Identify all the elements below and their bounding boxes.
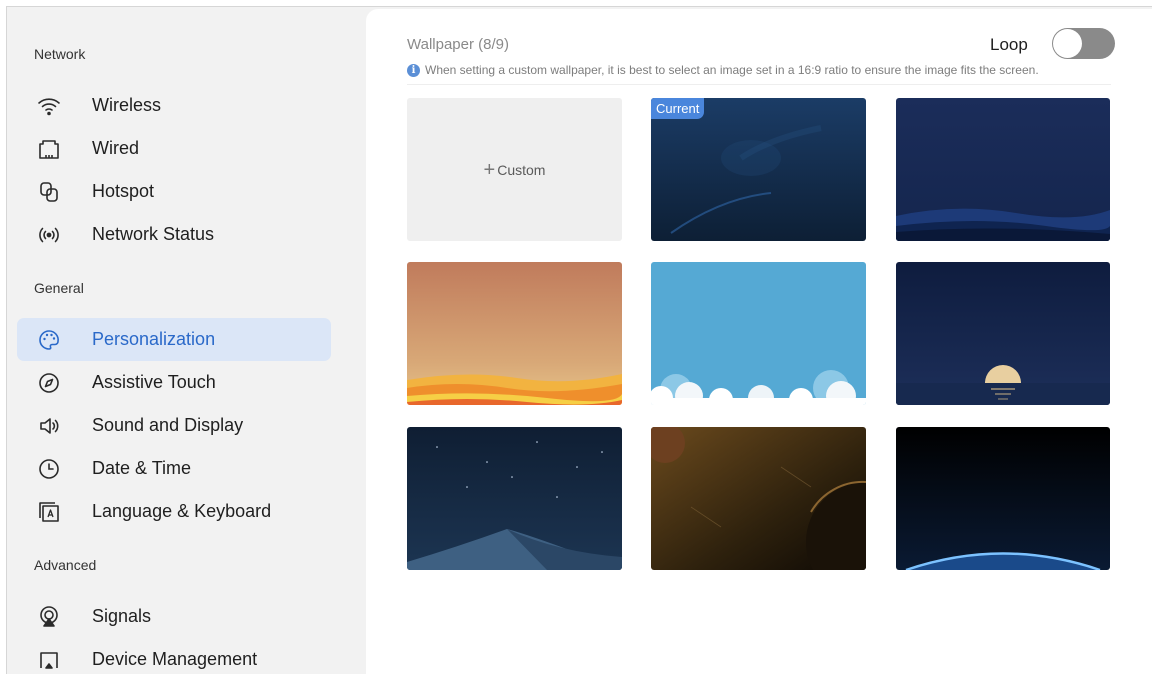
info-icon: i bbox=[407, 63, 420, 77]
wallpaper-image bbox=[651, 262, 866, 405]
sidebar-item-assistive-touch[interactable]: Assistive Touch bbox=[17, 361, 331, 404]
loop-toggle[interactable] bbox=[1052, 28, 1115, 59]
wallpaper-hint: i When setting a custom wallpaper, it is… bbox=[407, 63, 1039, 77]
divider bbox=[407, 84, 1111, 85]
wallpaper-tile-night-dunes[interactable] bbox=[896, 98, 1110, 241]
sidebar-item-language-keyboard[interactable]: Language & Keyboard bbox=[17, 490, 331, 533]
sidebar-item-signals[interactable]: Signals bbox=[17, 595, 331, 638]
device-management-icon bbox=[37, 648, 61, 672]
sidebar-item-label: Device Management bbox=[92, 649, 258, 669]
sidebar-item-label: Sound and Display bbox=[92, 415, 244, 435]
sidebar-item-personalization[interactable]: Personalization bbox=[17, 318, 331, 361]
loop-label: Loop bbox=[990, 35, 1028, 54]
custom-wallpaper-button[interactable]: + Custom bbox=[407, 98, 622, 241]
network-status-icon bbox=[37, 223, 61, 247]
sidebar-item-device-management[interactable]: Device Management bbox=[17, 638, 331, 674]
wallpaper-tile-brown-planets[interactable] bbox=[651, 427, 866, 570]
wallpaper-image bbox=[651, 427, 866, 570]
wallpaper-image bbox=[896, 427, 1110, 570]
wallpaper-tile-orange-desert[interactable] bbox=[407, 262, 622, 405]
sidebar-item-label: Language & Keyboard bbox=[92, 501, 272, 521]
section-title-advanced: Advanced bbox=[34, 557, 97, 573]
sidebar-item-label: Date & Time bbox=[92, 458, 192, 478]
sidebar-item-hotspot[interactable]: Hotspot bbox=[17, 170, 331, 213]
custom-label: Custom bbox=[497, 161, 546, 178]
sidebar-item-label: Wireless bbox=[92, 95, 162, 115]
wallpaper-tile-earth-horizon[interactable] bbox=[896, 427, 1110, 570]
wallpaper-image bbox=[896, 98, 1110, 241]
signal-source-icon bbox=[37, 605, 61, 629]
plus-icon: + bbox=[483, 158, 496, 181]
wallpaper-image bbox=[651, 98, 866, 241]
wallpaper-image bbox=[896, 262, 1110, 405]
sidebar-item-label: Network Status bbox=[92, 224, 215, 244]
language-keyboard-icon bbox=[37, 500, 61, 524]
wallpaper-image bbox=[407, 427, 622, 570]
wifi-icon bbox=[37, 94, 61, 118]
sidebar-item-sound-and-display[interactable]: Sound and Display bbox=[17, 404, 331, 447]
sidebar-item-label: Wired bbox=[92, 138, 140, 158]
sidebar-item-wired[interactable]: Wired bbox=[17, 127, 331, 170]
wallpaper-title: Wallpaper (8/9) bbox=[407, 36, 509, 53]
sidebar-item-label: Signals bbox=[92, 606, 152, 626]
sidebar-item-network-status[interactable]: Network Status bbox=[17, 213, 331, 256]
wallpaper-tile-blue-abstract[interactable]: Current bbox=[651, 98, 866, 241]
speaker-icon bbox=[37, 414, 61, 438]
hotspot-icon bbox=[37, 180, 61, 204]
settings-sidebar: Network Wireless Wired Hotspot Network S… bbox=[7, 7, 352, 674]
section-title-general: General bbox=[34, 280, 84, 296]
sidebar-item-wireless[interactable]: Wireless bbox=[17, 84, 331, 127]
section-title-network: Network bbox=[34, 46, 86, 62]
wallpaper-tile-moonrise-sea[interactable] bbox=[896, 262, 1110, 405]
wallpaper-tile-starry-desert[interactable] bbox=[407, 427, 622, 570]
toggle-knob bbox=[1053, 29, 1082, 58]
compass-icon bbox=[37, 371, 61, 395]
clock-icon bbox=[37, 457, 61, 481]
palette-icon bbox=[37, 328, 61, 352]
wallpaper-tile-sky-clouds[interactable] bbox=[651, 262, 866, 405]
current-badge: Current bbox=[651, 98, 705, 119]
sidebar-item-label: Hotspot bbox=[92, 181, 155, 201]
wallpaper-image bbox=[407, 262, 622, 405]
sidebar-item-date-time[interactable]: Date & Time bbox=[17, 447, 331, 490]
wallpaper-hint-text: When setting a custom wallpaper, it is b… bbox=[425, 63, 1039, 77]
sidebar-item-label: Personalization bbox=[92, 329, 216, 349]
wallpaper-panel: Wallpaper (8/9) i When setting a custom … bbox=[366, 9, 1152, 674]
sidebar-item-label: Assistive Touch bbox=[92, 372, 216, 392]
ethernet-icon bbox=[37, 137, 61, 161]
